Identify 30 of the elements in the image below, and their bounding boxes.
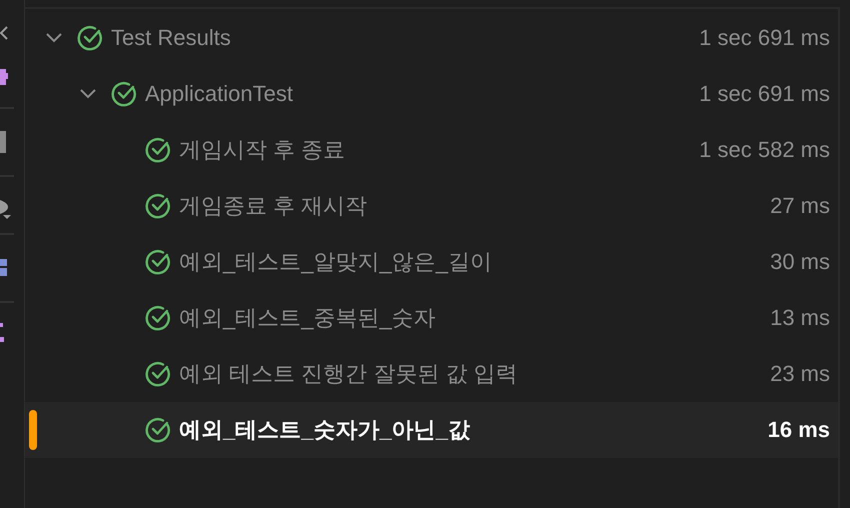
test-duration: 27 ms (770, 193, 831, 219)
test-row[interactable]: 예외_테스트_숫자가_아닌_값 16 ms (25, 402, 838, 458)
test-row[interactable]: Test Results 1 sec 691 ms (25, 10, 838, 66)
test-duration: 1 sec 582 ms (699, 137, 831, 163)
test-row[interactable]: ApplicationTest 1 sec 691 ms (25, 66, 838, 122)
puzzle-icon[interactable] (0, 67, 8, 87)
test-name: ApplicationTest (145, 81, 293, 107)
chevron-icon[interactable] (80, 89, 96, 99)
chevron-icon[interactable] (0, 26, 8, 40)
test-name: 예외 테스트 진행간 잘못된 값 입력 (179, 360, 518, 388)
test-duration: 13 ms (770, 305, 831, 331)
test-duration: 1 sec 691 ms (699, 25, 831, 51)
test-duration: 1 sec 691 ms (699, 81, 831, 107)
test-name: 예외_테스트_알맞지_않은_길이 (179, 248, 492, 276)
test-row[interactable]: 게임종료 후 재시작 27 ms (25, 178, 838, 234)
test-row[interactable]: 예외 테스트 진행간 잘못된 값 입력 23 ms (25, 346, 838, 402)
selection-marker (29, 410, 37, 450)
test-name: Test Results (111, 25, 231, 51)
test-name: 게임종료 후 재시작 (179, 192, 368, 220)
test-row[interactable]: 예외_테스트_중복된_숫자 13 ms (25, 290, 838, 346)
test-duration: 16 ms (768, 417, 831, 443)
chevron-icon[interactable] (46, 33, 62, 43)
test-name: 게임시작 후 종료 (179, 136, 346, 164)
test-name: 예외_테스트_숫자가_아닌_값 (179, 416, 470, 444)
grid-icon[interactable] (0, 259, 7, 276)
test-row[interactable]: 예외_테스트_알맞지_않은_길이 30 ms (25, 234, 838, 290)
test-duration: 23 ms (770, 361, 831, 387)
test-row[interactable]: 게임시작 후 종료 1 sec 582 ms (25, 122, 838, 178)
test-name: 예외_테스트_중복된_숫자 (179, 304, 436, 332)
test-duration: 30 ms (770, 249, 831, 275)
